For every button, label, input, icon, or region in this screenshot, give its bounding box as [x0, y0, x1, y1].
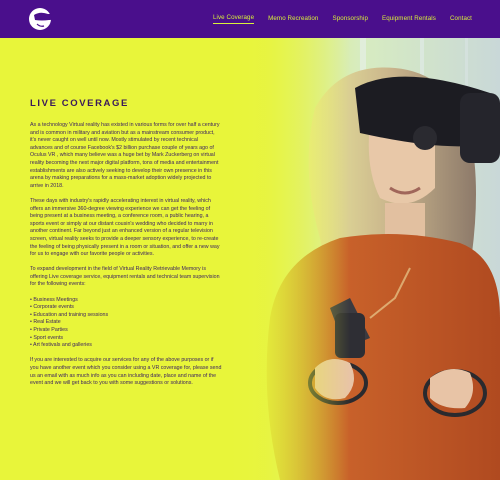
list-item: • Sport events [30, 334, 64, 341]
list-item: • Corporate events [30, 304, 74, 311]
list-item: • Private Parties [30, 327, 68, 334]
services-paragraph: To expand development in the field of Vi… [30, 266, 220, 288]
nav-sponsorship[interactable]: Sponsorship [332, 15, 368, 24]
live-coverage-article: LIVE COVERAGE As a technology Virtual re… [30, 98, 222, 395]
nav-memo-recreation[interactable]: Memo Recreation [268, 15, 318, 24]
photo-fade-overlay [220, 38, 350, 480]
list-item: • Business Meetings [30, 296, 78, 303]
page-title: LIVE COVERAGE [30, 98, 129, 109]
nav-live-coverage[interactable]: Live Coverage [212, 14, 255, 24]
events-list: • Business Meetings • Corporate events •… [30, 297, 222, 350]
nav-equipment-rentals[interactable]: Equipment Rentals [382, 15, 436, 24]
top-navbar: Live Coverage Memo Recreation Sponsorshi… [0, 0, 500, 38]
main-nav: Live Coverage Memo Recreation Sponsorshi… [212, 14, 472, 24]
nav-contact[interactable]: Contact [450, 15, 472, 24]
industry-paragraph: These days with industry's rapidly accel… [30, 197, 220, 258]
contact-paragraph: If you are interested to acquire our ser… [30, 357, 222, 387]
vr-head-logo-icon[interactable] [28, 6, 54, 32]
list-item: • Education and training sessions [30, 311, 109, 318]
list-item: • Real Estate [30, 319, 61, 326]
list-item: • Art festivals and galleries [30, 342, 92, 349]
intro-paragraph: As a technology Virtual reality has exis… [30, 122, 220, 189]
